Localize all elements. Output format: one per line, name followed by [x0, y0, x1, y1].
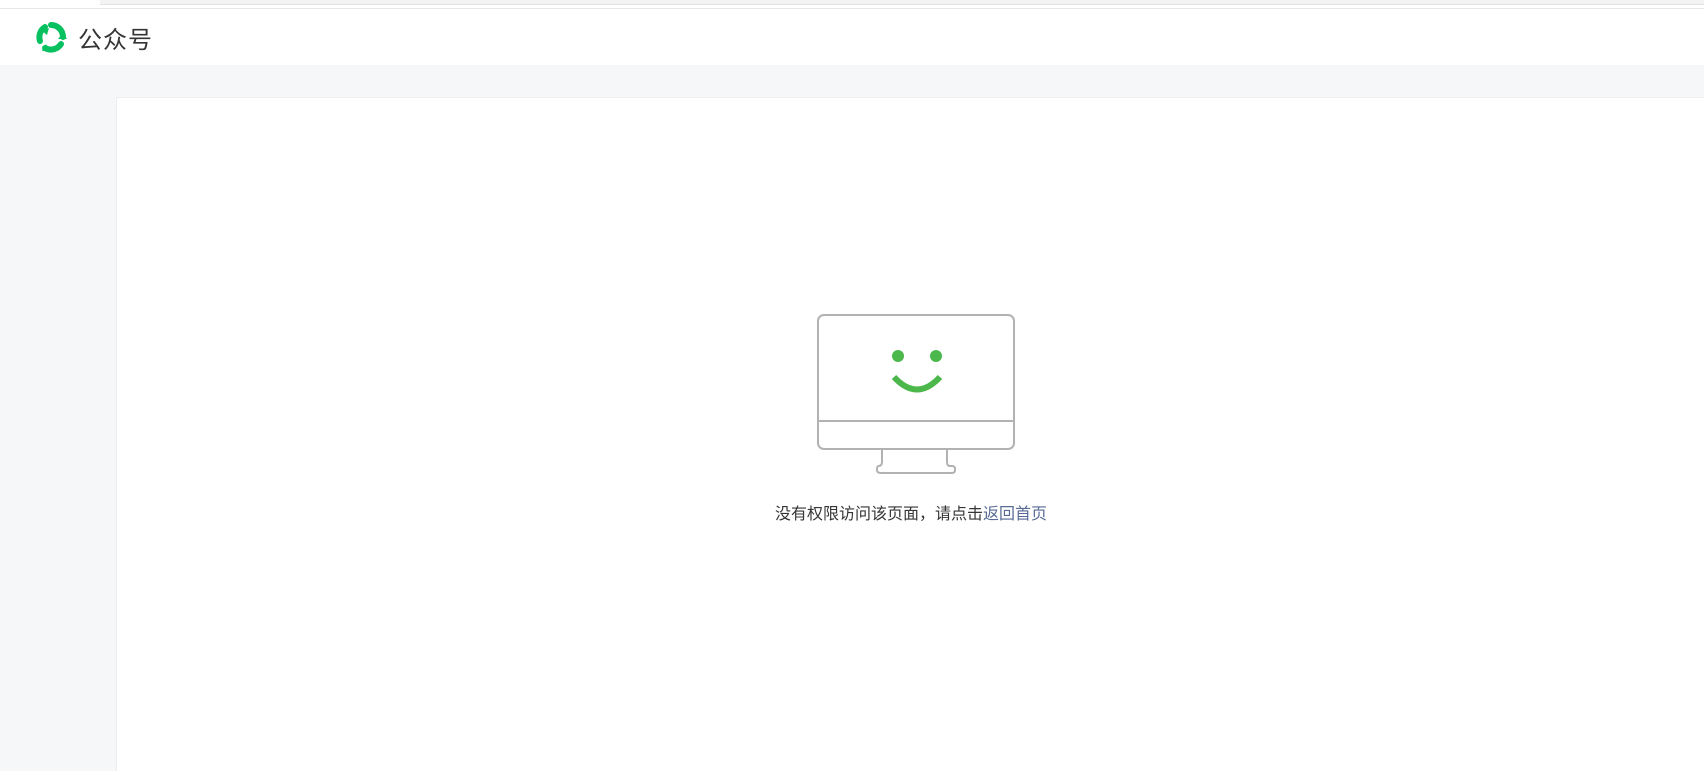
smiling-monitor-icon	[817, 314, 1017, 478]
browser-top-strip	[0, 0, 1704, 9]
empty-state: 没有权限访问该页面，请点击返回首页	[117, 98, 1704, 771]
brand-name: 公众号	[78, 25, 153, 54]
main-content-card: 没有权限访问该页面，请点击返回首页	[116, 97, 1704, 771]
tab-shadow	[100, 0, 1704, 5]
back-home-link[interactable]: 返回首页	[983, 504, 1047, 523]
permission-message: 没有权限访问该页面，请点击返回首页	[117, 500, 1704, 524]
message-text: 没有权限访问该页面，请点击	[774, 504, 983, 523]
wechat-official-account-logo-icon	[33, 19, 69, 55]
top-header: 公众号	[0, 9, 1704, 65]
brand[interactable]: 公众号	[33, 18, 153, 56]
